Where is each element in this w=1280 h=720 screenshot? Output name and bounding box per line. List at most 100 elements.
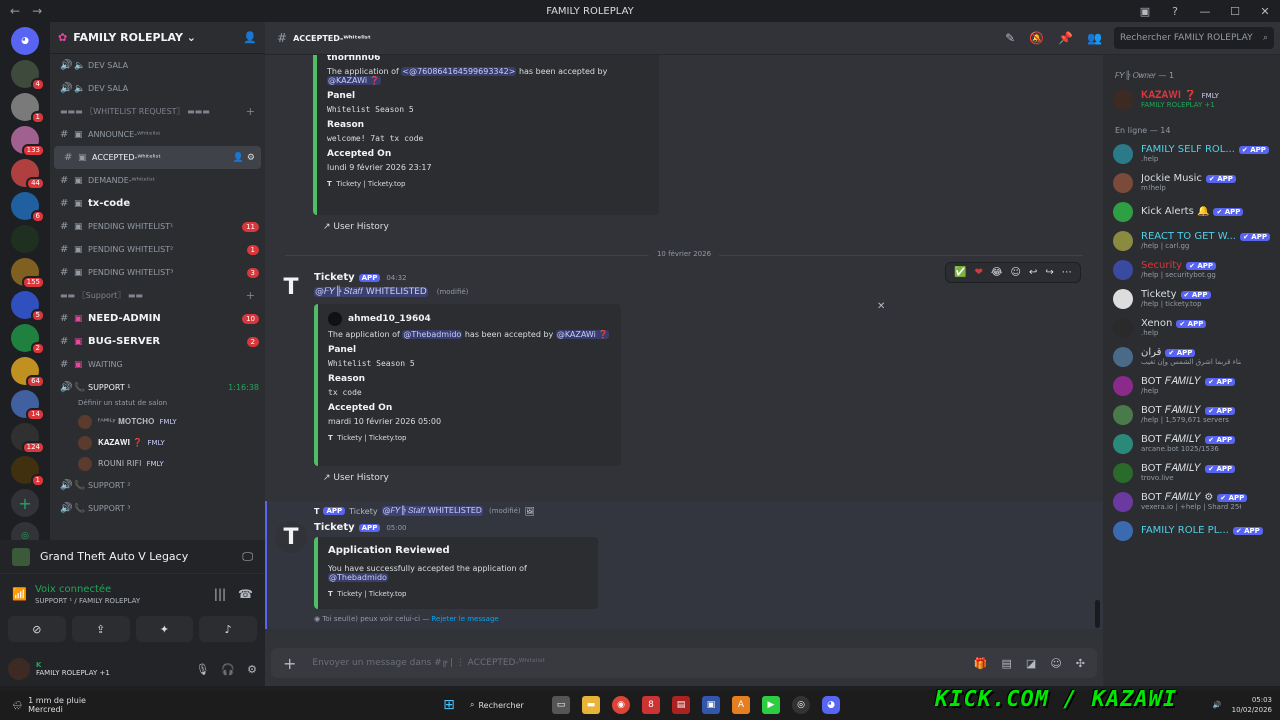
user-mention[interactable]: @KAZAWi ❓ — [327, 76, 381, 85]
forward-icon[interactable]: → — [32, 4, 42, 18]
avatar[interactable]: T — [275, 521, 307, 553]
maximize-icon[interactable]: ☐ — [1220, 5, 1250, 18]
taskbar-search[interactable]: ⌕ Rechercher — [470, 700, 540, 710]
channel-item[interactable]: # ▣ BUG-SERVER 2 — [50, 330, 265, 353]
member-item[interactable]: Security ✔ APP/help | securitybot.gg — [1103, 255, 1280, 284]
member-item[interactable]: Jockie Music ✔ APP m!help — [1103, 168, 1280, 197]
member-item[interactable]: BOT 𝐹𝐴𝑀𝐼𝐿𝑌 ⚙ ✔ APP vexera.io | +help | Sha… — [1103, 487, 1280, 516]
direct-messages-icon[interactable]: ◕ — [11, 27, 39, 55]
server-icon[interactable]: 2 — [11, 324, 45, 355]
weather-widget[interactable]: 🌧 1 mm de pluie Mercredi — [0, 696, 86, 714]
check-reaction-icon[interactable]: ✅ — [954, 267, 966, 278]
server-icon[interactable]: 64 — [11, 357, 45, 388]
members-icon[interactable]: 👥 — [1087, 31, 1102, 45]
app-icon[interactable]: ▣ — [702, 696, 720, 714]
emoji-icon[interactable]: ☺ — [1011, 267, 1021, 278]
activity-card[interactable]: Grand Theft Auto V Legacy 🖵 — [0, 540, 265, 574]
search-input[interactable]: Rechercher FAMILY ROLEPLAY ⌕ — [1114, 27, 1274, 49]
gif-icon[interactable]: ▤ — [1002, 657, 1012, 670]
server-icon[interactable]: 155 — [11, 258, 45, 289]
server-icon[interactable]: 6 — [11, 192, 45, 223]
user-mention[interactable]: <@760864164599693342> — [401, 67, 517, 76]
channel-dev-sala-2[interactable]: 🔊 🔈 DEV SALA — [50, 77, 265, 100]
user-history-button[interactable]: ↗ User History — [323, 473, 389, 483]
channel-settings-icon[interactable]: 👤 ⚙ — [233, 153, 255, 163]
close-icon[interactable]: ✕ — [1250, 5, 1280, 18]
channel-item[interactable]: # ▣ PENDING WHITELIST³ 3 — [50, 261, 265, 284]
scrollbar[interactable] — [1095, 600, 1100, 628]
file-explorer-icon[interactable]: ▬ — [582, 696, 600, 714]
more-icon[interactable]: ⋯ — [1062, 267, 1072, 278]
member-item[interactable]: REACT TO GET W... ✔ APP/help | carl.gg — [1103, 226, 1280, 255]
avatar[interactable] — [8, 658, 30, 680]
member-owner[interactable]: 𝐊𝐀𝐙𝐀𝐖𝐈 ❓ FMLY FAMILY ROLEPLAY +1 — [1103, 85, 1280, 114]
author-name[interactable]: Tickety — [314, 522, 355, 533]
channel-item[interactable]: # ▣ PENDING WHITELIST¹ 11 — [50, 215, 265, 238]
laugh-reaction-icon[interactable]: 😂 — [991, 267, 1003, 278]
app-icon[interactable]: ◎ — [792, 696, 810, 714]
sticker-icon[interactable]: ◪ — [1026, 657, 1036, 670]
close-embed-icon[interactable]: ✕ — [877, 301, 885, 312]
clock[interactable]: 05:03 10/02/2026 — [1232, 695, 1272, 715]
gear-icon[interactable]: ⚙ — [247, 663, 257, 676]
disconnect-icon[interactable]: ☎ — [238, 587, 253, 601]
threads-icon[interactable]: ✎ — [1005, 31, 1015, 45]
category-whitelist[interactable]: ▬▬▬ 〖WHITELIST REQUEST〗 ▬▬▬ + — [50, 100, 265, 123]
user-mention[interactable]: @KAZAWi ❓ — [555, 330, 610, 339]
add-server-icon[interactable]: + — [11, 489, 39, 517]
member-item[interactable]: FAMILY SELF ROL... ✔ APP .help — [1103, 139, 1280, 168]
invite-icon[interactable]: 👤 — [243, 31, 257, 44]
channel-status-hint[interactable]: Définir un statut de salon — [50, 399, 265, 411]
chrome-icon[interactable]: ◉ — [612, 696, 630, 714]
channel-item[interactable]: # ▣ tx-code — [50, 192, 265, 215]
role-mention[interactable]: @𝐹𝑌╠ 𝑆𝑡𝑎𝑓𝑓 WHITELISTED — [314, 287, 428, 297]
channel-item[interactable]: # ▣ ACCEPTED-ᵂʰⁱᵗᵉˡⁱˢᵗ 👤 ⚙ — [54, 146, 261, 169]
server-icon[interactable]: 1 — [11, 93, 45, 124]
apps-icon[interactable]: ✣ — [1076, 657, 1085, 670]
member-item[interactable]: BOT 𝐹𝐴𝑀𝐼𝐿𝑌 ✔ APP/help | 1,579,671 servers — [1103, 400, 1280, 429]
server-icon[interactable] — [11, 225, 39, 253]
member-item[interactable]: BOT 𝐹𝐴𝑀𝐼𝐿𝑌 ✔ APP/help — [1103, 371, 1280, 400]
member-item[interactable]: Kick Alerts 🔔 ✔ APP — [1103, 197, 1280, 226]
emoji-icon[interactable]: ☺ — [1050, 657, 1061, 670]
app-icon[interactable]: A — [732, 696, 750, 714]
app-icon[interactable]: 8 — [642, 696, 660, 714]
member-item[interactable]: BOT 𝐹𝐴𝑀𝐼𝐿𝑌 ✔ APP arcane.bot 1025/1536 — [1103, 429, 1280, 458]
gift-icon[interactable]: 🎁 — [974, 657, 988, 670]
app-icon[interactable]: ▤ — [672, 696, 690, 714]
member-item[interactable]: Xenon ✔ APP .help — [1103, 313, 1280, 342]
voice-channel-support-3[interactable]: 🔊 📞 SUPPORT ³ — [50, 497, 265, 520]
voice-channel-support-2[interactable]: 🔊 📞 SUPPORT ² — [50, 474, 265, 497]
user-history-button[interactable]: ↗ User History — [323, 222, 389, 232]
headphones-icon[interactable]: 🎧 — [221, 663, 235, 676]
server-icon[interactable]: 5 — [11, 291, 45, 322]
screen-share-icon[interactable]: 🖵 — [242, 550, 253, 564]
server-icon[interactable]: 14 — [11, 390, 45, 421]
task-view-icon[interactable]: ▭ — [552, 696, 570, 714]
add-channel-icon[interactable]: + — [246, 105, 255, 118]
channel-dev-sala-1[interactable]: 🔊 🔈 DEV SALA — [50, 54, 265, 77]
category-support[interactable]: ▬▬ 〖Support〗 ▬▬ + — [50, 284, 265, 307]
forward-icon[interactable]: ↪ — [1045, 267, 1053, 278]
camera-off-button[interactable]: ⊘ — [8, 616, 66, 642]
soundboard-button[interactable]: ♪ — [199, 616, 257, 642]
member-item[interactable]: BOT 𝐹𝐴𝑀𝐼𝐿𝑌 ✔ APP trovo.live — [1103, 458, 1280, 487]
notification-icon[interactable]: 🔕 — [1029, 31, 1044, 45]
voice-connected-label[interactable]: Voix connectée — [35, 584, 140, 595]
minimize-icon[interactable]: — — [1190, 5, 1220, 18]
member-item[interactable]: FAMILY ROLE PL... ✔ APP — [1103, 516, 1280, 545]
user-mention[interactable]: @Thebadmido — [328, 573, 388, 582]
inbox-icon[interactable]: ▣ — [1130, 5, 1160, 18]
heart-reaction-icon[interactable]: ❤ — [974, 267, 982, 278]
channel-item[interactable]: # ▣ NEED-ADMIN 10 — [50, 307, 265, 330]
server-icon[interactable]: 1 — [11, 456, 45, 487]
channel-item[interactable]: # ▣ PENDING WHITELIST² 1 — [50, 238, 265, 261]
channel-item[interactable]: # ▣ DEMANDE-ᵂʰⁱᵗᵉˡⁱˢᵗ — [50, 169, 265, 192]
user-mention[interactable]: @Thebadmido — [402, 330, 463, 339]
volume-icon[interactable]: 🔊 — [1213, 701, 1222, 709]
microphone-icon[interactable]: 🎙 — [195, 663, 209, 676]
app-icon[interactable]: ▶ — [762, 696, 780, 714]
activities-button[interactable]: ✦ — [135, 616, 194, 642]
channel-item[interactable]: # ▣ ANNOUNCE-ᵂʰⁱᵗᵉˡⁱˢᵗ — [50, 123, 265, 146]
reply-icon[interactable]: ↩ — [1029, 267, 1037, 278]
